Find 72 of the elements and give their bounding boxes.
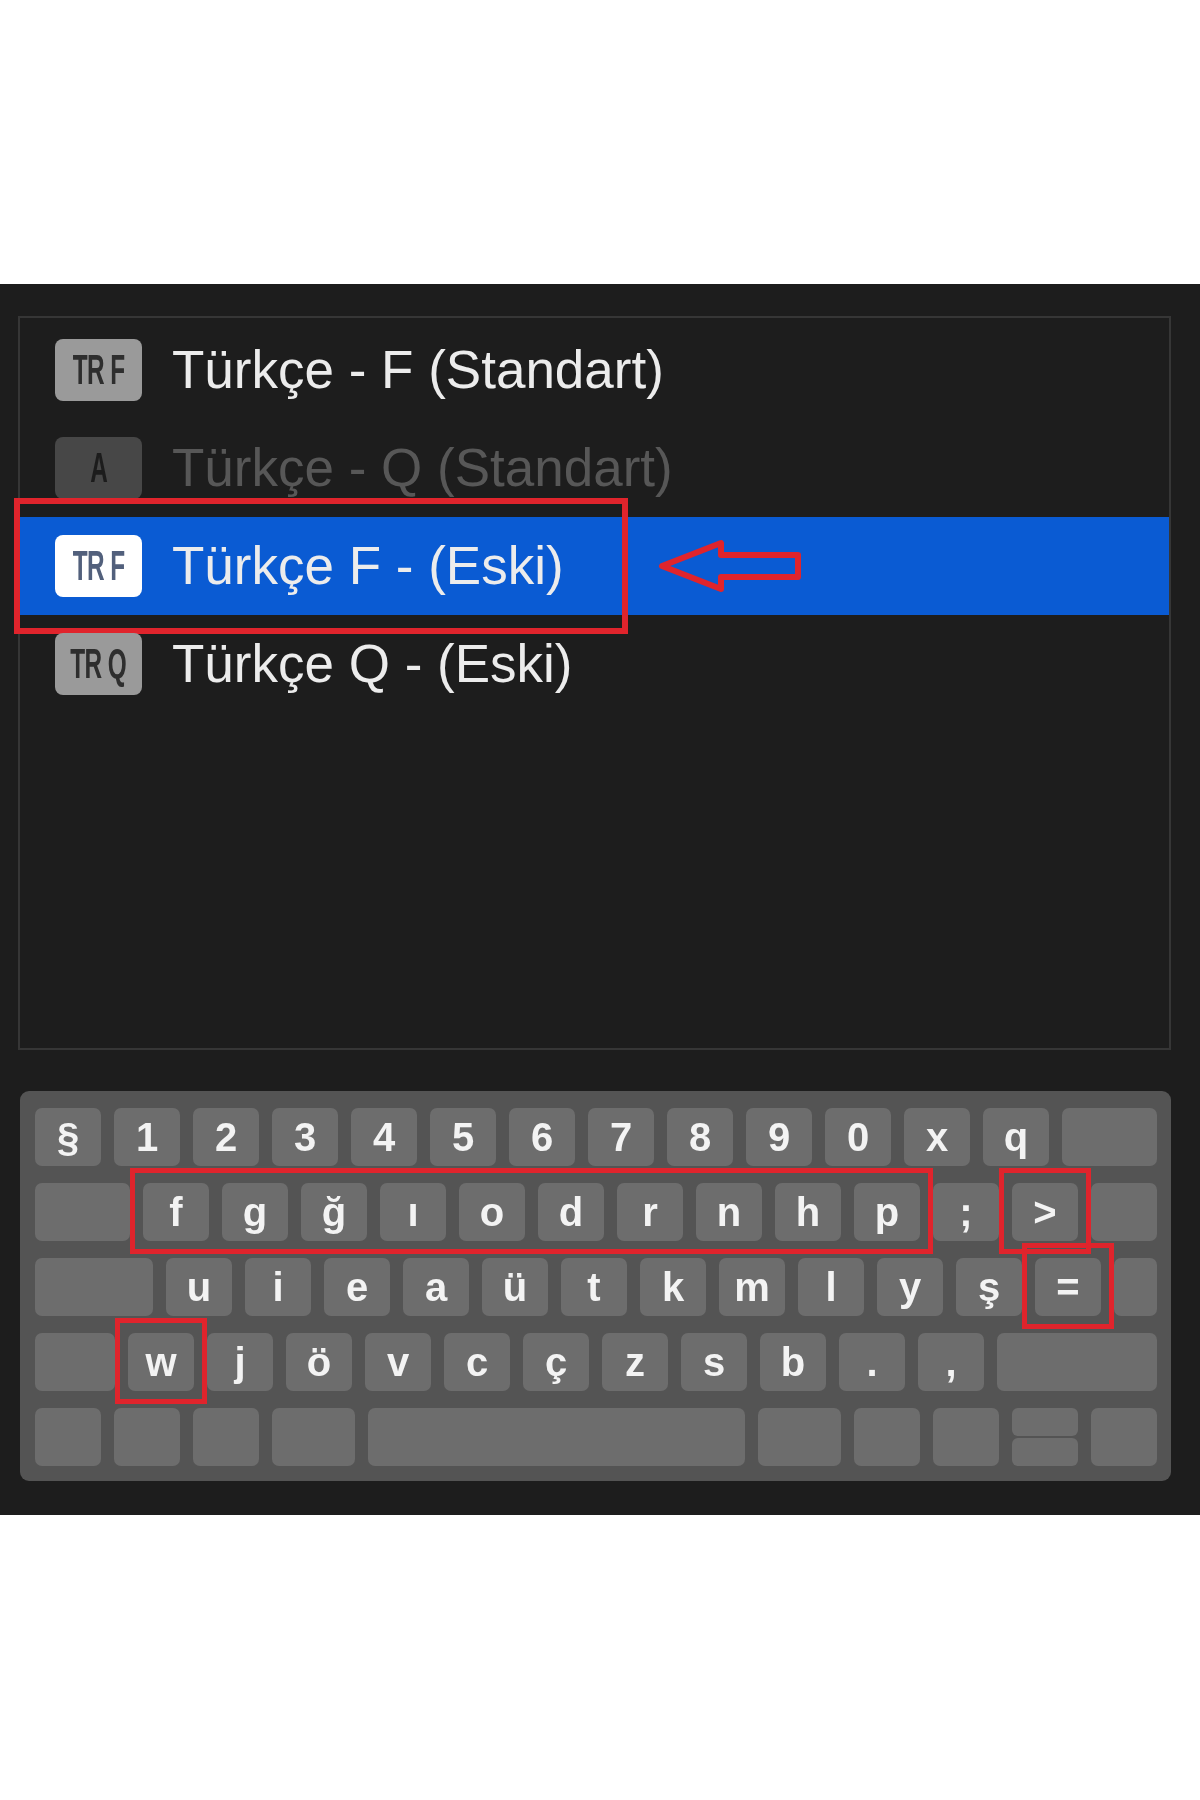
blank-key[interactable] xyxy=(1012,1438,1078,1466)
keyboard-key[interactable]: m xyxy=(719,1258,785,1316)
keyboard-key[interactable]: = xyxy=(1035,1258,1101,1316)
blank-key[interactable] xyxy=(1062,1108,1157,1166)
layout-list-item[interactable]: TR F Türkçe F - (Eski) xyxy=(20,517,1169,615)
keyboard-key[interactable]: a xyxy=(403,1258,469,1316)
blank-key[interactable] xyxy=(35,1333,115,1391)
keyboard-key[interactable]: i xyxy=(245,1258,311,1316)
keyboard-key[interactable]: j xyxy=(207,1333,273,1391)
layout-list-item[interactable]: TR Q Türkçe Q - (Eski) xyxy=(20,615,1169,713)
keyboard-key[interactable]: . xyxy=(839,1333,905,1391)
keyboard-key[interactable]: 3 xyxy=(272,1108,338,1166)
blank-key[interactable] xyxy=(272,1408,355,1466)
blank-key[interactable] xyxy=(35,1258,153,1316)
layout-badge: TR Q xyxy=(55,633,142,695)
keyboard-key[interactable]: n xyxy=(696,1183,762,1241)
keyboard-key[interactable]: 7 xyxy=(588,1108,654,1166)
keyboard-key[interactable]: q xyxy=(983,1108,1049,1166)
keyboard-key[interactable]: 9 xyxy=(746,1108,812,1166)
keyboard-key[interactable]: ğ xyxy=(301,1183,367,1241)
layout-list-item[interactable]: TR F Türkçe - F (Standart) xyxy=(20,321,1169,419)
keyboard-key[interactable]: h xyxy=(775,1183,841,1241)
keyboard-key[interactable]: 6 xyxy=(509,1108,575,1166)
keyboard-key[interactable]: ü xyxy=(482,1258,548,1316)
keyboard-key[interactable]: 0 xyxy=(825,1108,891,1166)
layout-badge: TR F xyxy=(55,339,142,401)
blank-key[interactable] xyxy=(114,1408,180,1466)
keyboard-key[interactable]: r xyxy=(617,1183,683,1241)
keyboard-key[interactable]: 8 xyxy=(667,1108,733,1166)
blank-key[interactable] xyxy=(35,1408,101,1466)
keyboard-key[interactable]: z xyxy=(602,1333,668,1391)
blank-key[interactable] xyxy=(368,1408,745,1466)
keyboard-key[interactable]: c xyxy=(444,1333,510,1391)
blank-key[interactable] xyxy=(193,1408,259,1466)
keyboard-key[interactable]: > xyxy=(1012,1183,1078,1241)
blank-key[interactable] xyxy=(854,1408,920,1466)
blank-key[interactable] xyxy=(1012,1408,1078,1436)
keyboard-key[interactable]: g xyxy=(222,1183,288,1241)
keyboard-key[interactable]: e xyxy=(324,1258,390,1316)
keyboard-key[interactable]: v xyxy=(365,1333,431,1391)
blank-key[interactable] xyxy=(1114,1258,1157,1316)
blank-key[interactable] xyxy=(758,1408,841,1466)
keyboard-key[interactable]: p xyxy=(854,1183,920,1241)
keyboard-key[interactable]: 5 xyxy=(430,1108,496,1166)
blank-key[interactable] xyxy=(1091,1408,1157,1466)
keyboard-key[interactable]: s xyxy=(681,1333,747,1391)
keyboard-key[interactable]: § xyxy=(35,1108,101,1166)
keyboard-key[interactable]: l xyxy=(798,1258,864,1316)
layout-badge: TR F xyxy=(55,535,142,597)
keyboard-key[interactable]: w xyxy=(128,1333,194,1391)
keyboard-key[interactable]: b xyxy=(760,1333,826,1391)
keyboard-key[interactable]: 2 xyxy=(193,1108,259,1166)
blank-key[interactable] xyxy=(1091,1183,1157,1241)
keyboard-key[interactable]: , xyxy=(918,1333,984,1391)
blank-key[interactable] xyxy=(997,1333,1157,1391)
keyboard-key[interactable]: ı xyxy=(380,1183,446,1241)
keyboard-key[interactable]: u xyxy=(166,1258,232,1316)
keyboard-key[interactable]: ş xyxy=(956,1258,1022,1316)
keyboard-key[interactable]: d xyxy=(538,1183,604,1241)
keyboard-key[interactable]: y xyxy=(877,1258,943,1316)
keyboard-key[interactable]: o xyxy=(459,1183,525,1241)
keyboard-key[interactable]: ö xyxy=(286,1333,352,1391)
keyboard-key[interactable]: k xyxy=(640,1258,706,1316)
keyboard-key[interactable]: f xyxy=(143,1183,209,1241)
keyboard-key[interactable]: x xyxy=(904,1108,970,1166)
blank-key[interactable] xyxy=(35,1183,130,1241)
keyboard-key[interactable]: 1 xyxy=(114,1108,180,1166)
keyboard-key[interactable]: ; xyxy=(933,1183,999,1241)
blank-key[interactable] xyxy=(933,1408,999,1466)
keyboard-key[interactable]: ç xyxy=(523,1333,589,1391)
keyboard-key[interactable]: t xyxy=(561,1258,627,1316)
keyboard-key[interactable]: 4 xyxy=(351,1108,417,1166)
